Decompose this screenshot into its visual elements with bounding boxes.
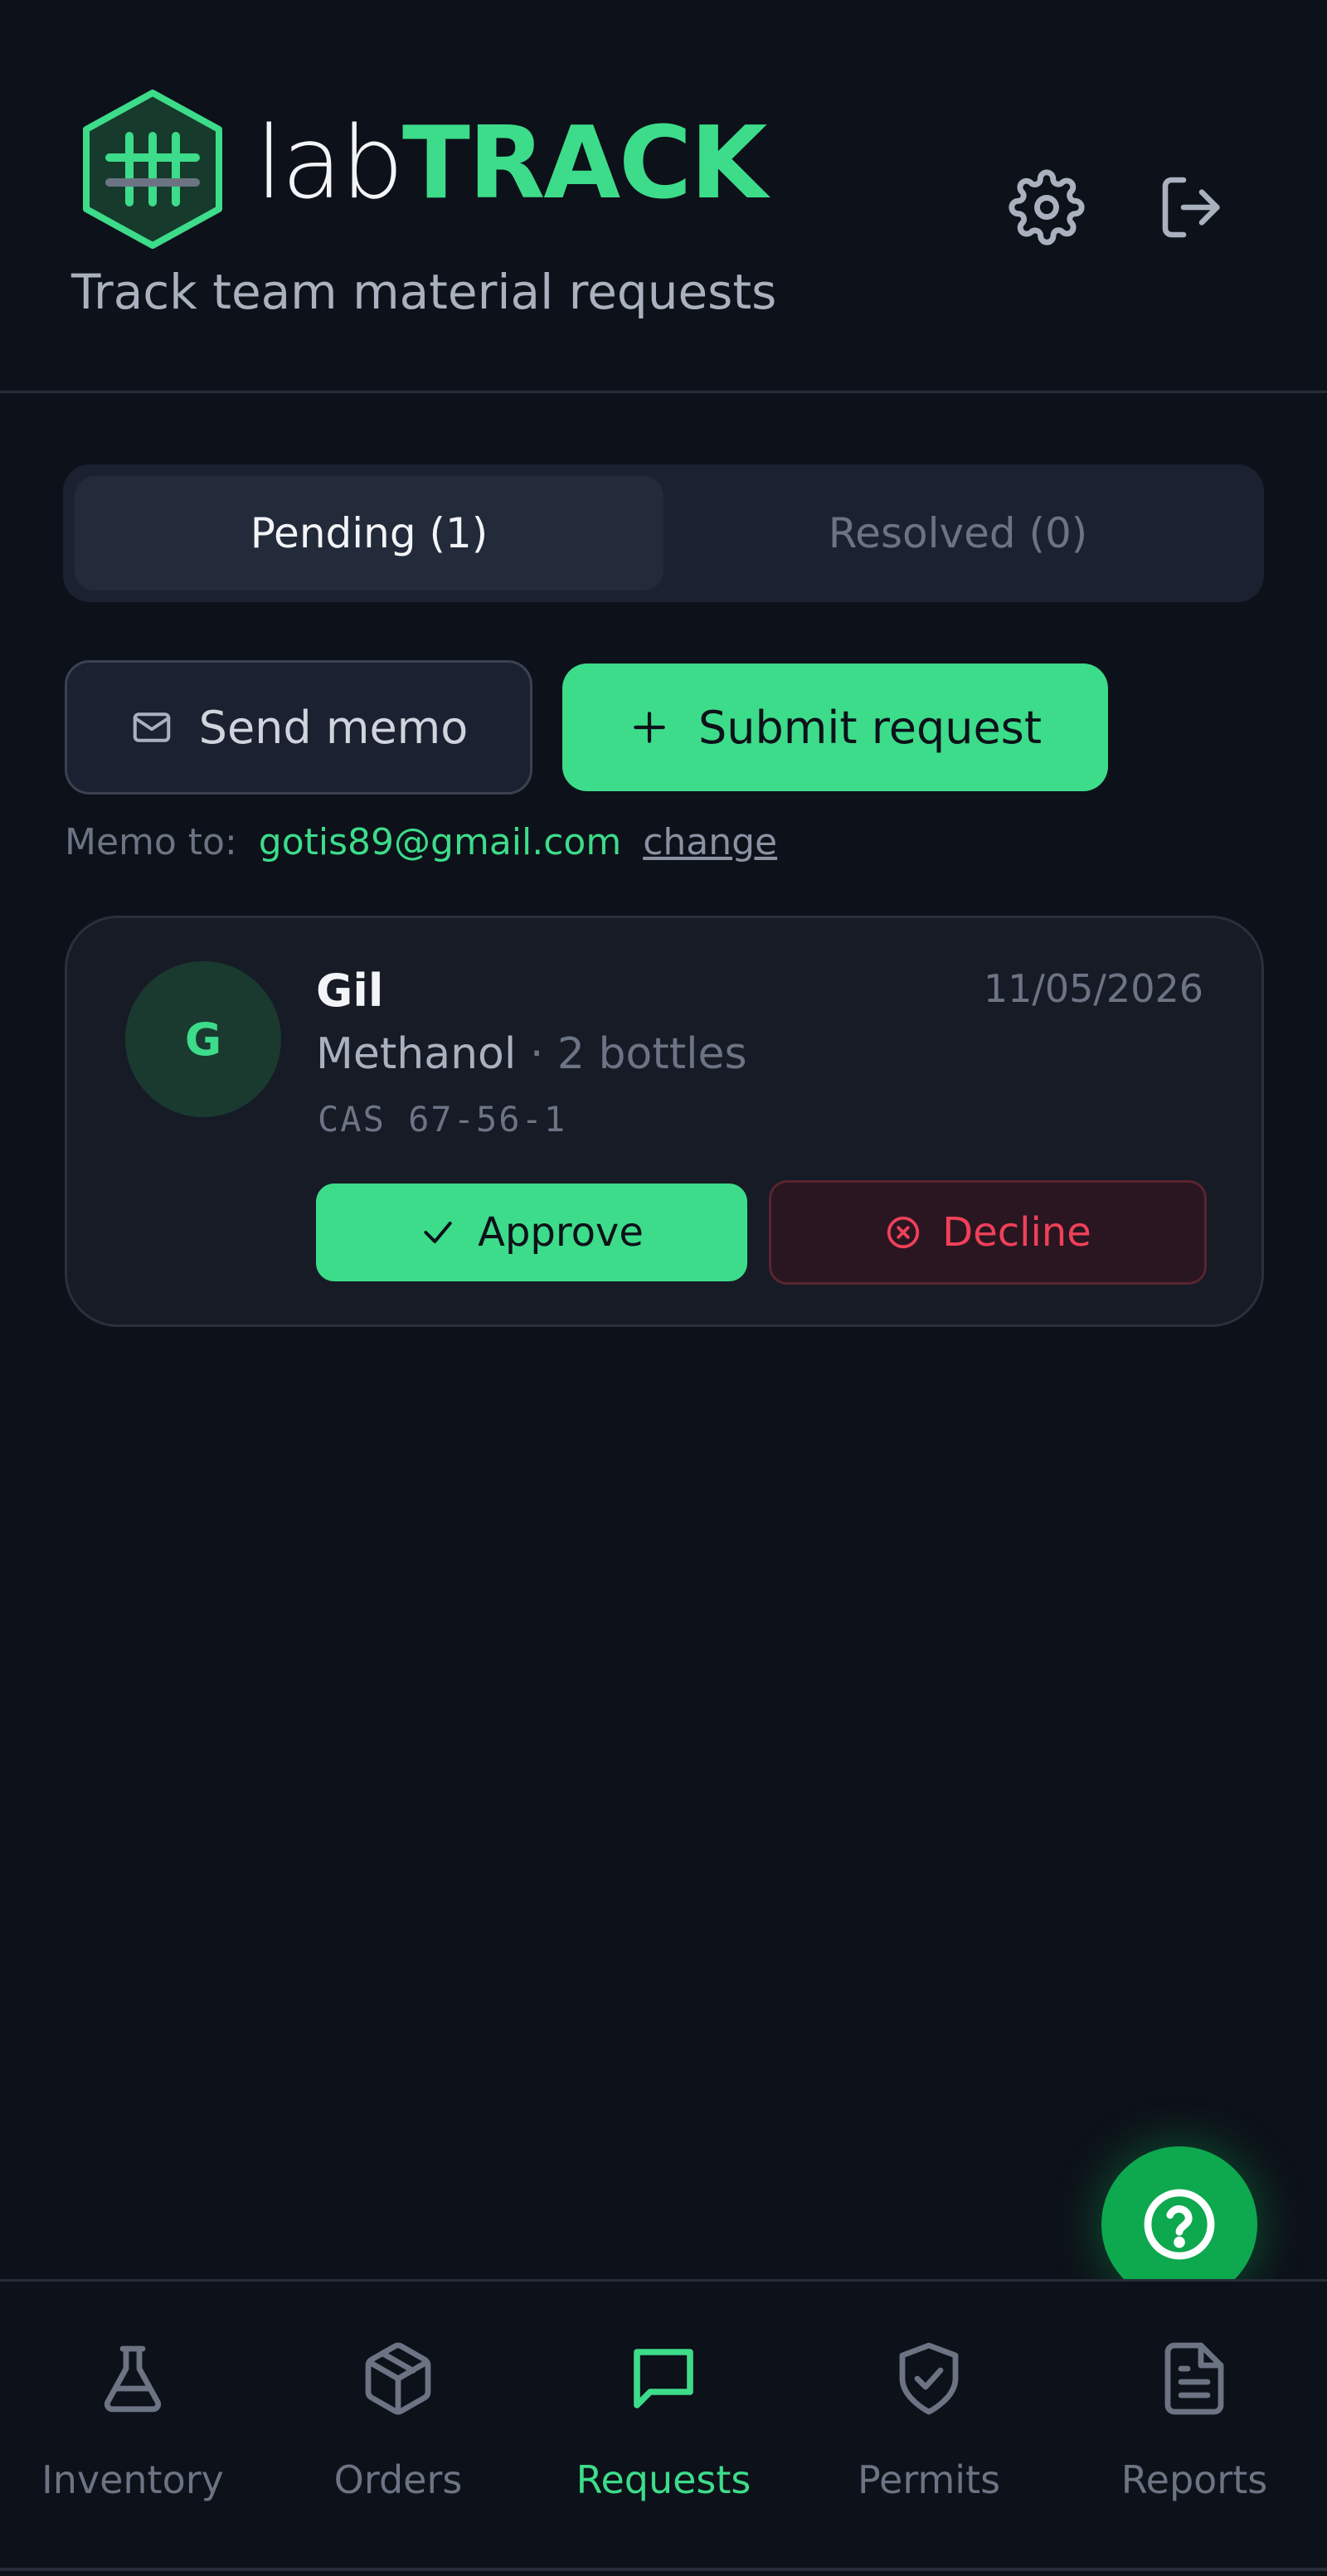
nav-permits[interactable]: Permits	[796, 2333, 1062, 2532]
gear-icon	[1009, 169, 1085, 245]
memo-recipient: Memo to: gotis89@gmail.com change	[65, 821, 777, 863]
item-separator: ·	[529, 1029, 544, 1079]
decline-label: Decline	[942, 1209, 1091, 1256]
material-quantity: 2 bottles	[557, 1029, 747, 1079]
requester-name: Gil	[316, 965, 384, 1017]
decline-button[interactable]: Decline	[769, 1180, 1207, 1285]
cas-number: CAS 67-56-1	[318, 1099, 567, 1140]
plus-icon	[634, 712, 665, 743]
logout-icon	[1162, 177, 1220, 238]
nav-reports-label: Reports	[1120, 2457, 1268, 2502]
labtrack-logo-icon	[83, 90, 222, 249]
approve-label: Approve	[478, 1209, 644, 1256]
shield-check-icon	[899, 2342, 959, 2415]
tab-pending[interactable]: Pending (1)	[75, 476, 664, 591]
send-memo-button[interactable]: Send memo	[65, 660, 532, 795]
document-icon	[1164, 2342, 1224, 2415]
bottom-navigation: Inventory Orders Requests Permits Report…	[0, 2279, 1327, 2576]
close-circle-icon	[887, 1216, 920, 1249]
approve-button[interactable]: Approve	[316, 1184, 747, 1281]
bottom-divider	[0, 2568, 1327, 2571]
help-icon	[1144, 2189, 1215, 2260]
request-date: 11/05/2026	[983, 966, 1203, 1011]
nav-requests[interactable]: Requests	[531, 2333, 796, 2532]
material-name: Methanol	[316, 1029, 517, 1079]
flask-icon	[104, 2345, 162, 2413]
memo-email: gotis89@gmail.com	[258, 821, 622, 863]
header: labTRACK Track team material requests	[0, 0, 1327, 393]
request-status-tabs: Pending (1) Resolved (0)	[63, 464, 1264, 602]
nav-requests-label: Requests	[576, 2457, 751, 2502]
mail-icon	[133, 712, 170, 742]
submit-request-label: Submit request	[698, 701, 1042, 754]
nav-permits-label: Permits	[857, 2457, 1001, 2502]
nav-inventory-label: Inventory	[41, 2457, 224, 2502]
avatar: G	[125, 961, 281, 1117]
brand-track: TRACK	[402, 106, 767, 221]
change-memo-link[interactable]: change	[643, 821, 777, 863]
send-memo-label: Send memo	[198, 701, 469, 754]
nav-reports[interactable]: Reports	[1062, 2333, 1327, 2532]
chat-icon	[634, 2349, 693, 2408]
brand-wordmark: labTRACK	[255, 106, 767, 222]
nav-orders[interactable]: Orders	[265, 2333, 531, 2532]
app-screen: labTRACK Track team material requests Pe…	[0, 0, 1327, 2576]
brand-lab: lab	[255, 106, 404, 221]
logout-button[interactable]	[1151, 166, 1234, 249]
tagline: Track team material requests	[71, 264, 777, 320]
box-icon	[365, 2342, 431, 2415]
settings-button[interactable]	[1005, 166, 1088, 249]
request-card: G Gil 11/05/2026 Methanol · 2 bottles CA…	[65, 916, 1264, 1327]
request-item: Methanol · 2 bottles	[316, 1029, 747, 1079]
nav-inventory[interactable]: Inventory	[0, 2333, 265, 2532]
memo-label: Memo to:	[65, 821, 237, 863]
nav-orders-label: Orders	[333, 2457, 463, 2502]
tab-resolved[interactable]: Resolved (0)	[664, 476, 1252, 591]
check-icon	[424, 1221, 452, 1244]
submit-request-button[interactable]: Submit request	[562, 663, 1108, 791]
